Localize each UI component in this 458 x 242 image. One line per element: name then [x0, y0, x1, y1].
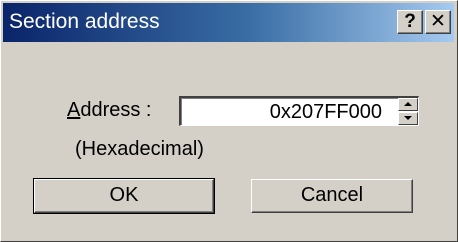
spin-down-button[interactable] [398, 112, 418, 125]
title-bar[interactable]: Section address ? ✕ [3, 3, 454, 42]
help-button[interactable]: ? [397, 10, 423, 34]
hex-note: (Hexadecimal) [75, 138, 204, 160]
address-field[interactable]: 0x207FF000 [179, 96, 419, 126]
address-label: Address : [67, 98, 152, 122]
address-spinner[interactable] [398, 98, 418, 125]
address-label-text: ddress : [80, 99, 152, 121]
cancel-button[interactable]: Cancel [251, 179, 413, 213]
window-title: Section address [9, 10, 160, 33]
ok-button[interactable]: OK [33, 178, 215, 214]
close-button[interactable]: ✕ [425, 10, 451, 34]
spin-up-button[interactable] [398, 98, 418, 111]
address-value[interactable]: 0x207FF000 [270, 100, 382, 124]
section-address-dialog: Section address ? ✕ Address : 0x207FF000… [0, 0, 458, 242]
chevron-down-icon [404, 116, 412, 120]
chevron-up-icon [404, 102, 412, 106]
address-label-mnemonic: A [67, 99, 81, 121]
close-icon: ✕ [430, 11, 446, 32]
help-icon: ? [404, 11, 416, 32]
